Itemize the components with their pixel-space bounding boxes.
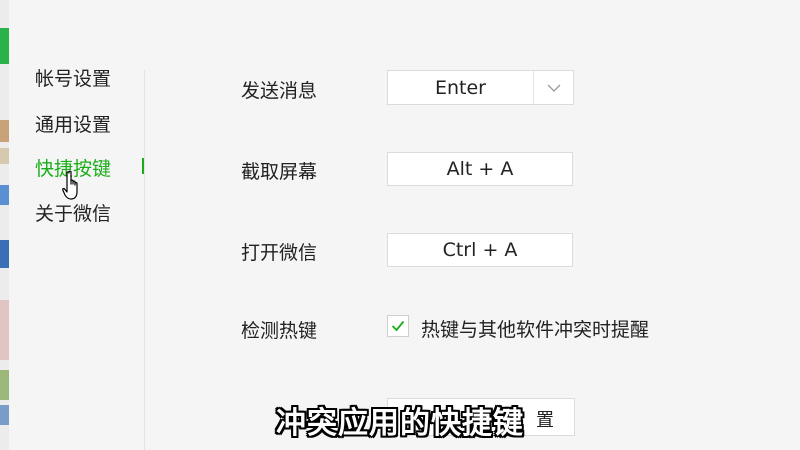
- background-window-strip: [0, 0, 9, 450]
- background-thumbnail: [0, 148, 9, 164]
- detect-hotkeys-label: 检测热键: [241, 320, 318, 342]
- video-subtitle: 冲突应用的快捷键: [276, 406, 524, 441]
- open-wechat-hotkey-field[interactable]: Ctrl + A: [387, 233, 573, 267]
- background-thumbnail: [0, 300, 9, 360]
- hand-cursor-icon: [62, 170, 78, 200]
- sidebar-divider: [144, 70, 145, 450]
- sidebar-item-about[interactable]: 关于微信: [35, 199, 111, 226]
- background-thumbnail: [0, 120, 9, 142]
- send-message-select[interactable]: Enter: [387, 70, 574, 105]
- settings-sidebar: 帐号设置 通用设置 快捷按键 关于微信: [9, 0, 149, 450]
- background-thumbnail: [0, 185, 9, 205]
- sidebar-item-account[interactable]: 帐号设置: [35, 64, 111, 91]
- hotkey-conflict-checkbox[interactable]: [387, 315, 409, 337]
- background-thumbnail: [0, 240, 9, 268]
- screenshot-hotkey-field[interactable]: Alt + A: [387, 152, 573, 186]
- open-wechat-label: 打开微信: [241, 242, 318, 264]
- screenshot-label: 截取屏幕: [241, 161, 318, 183]
- hotkey-conflict-checkbox-label: 热键与其他软件冲突时提醒: [421, 319, 650, 341]
- sidebar-item-general[interactable]: 通用设置: [35, 110, 111, 137]
- screen: 帐号设置 通用设置 快捷按键 关于微信 发送消息 Enter 截取屏幕 Alt …: [0, 0, 800, 450]
- background-thumbnail: [0, 370, 9, 400]
- send-message-value: Enter: [435, 76, 486, 99]
- background-green-block: [0, 28, 9, 64]
- checkmark-icon: [391, 320, 405, 332]
- send-message-label: 发送消息: [241, 80, 318, 102]
- settings-dialog: 帐号设置 通用设置 快捷按键 关于微信 发送消息 Enter 截取屏幕 Alt …: [9, 0, 800, 450]
- chevron-down-icon[interactable]: [534, 71, 573, 104]
